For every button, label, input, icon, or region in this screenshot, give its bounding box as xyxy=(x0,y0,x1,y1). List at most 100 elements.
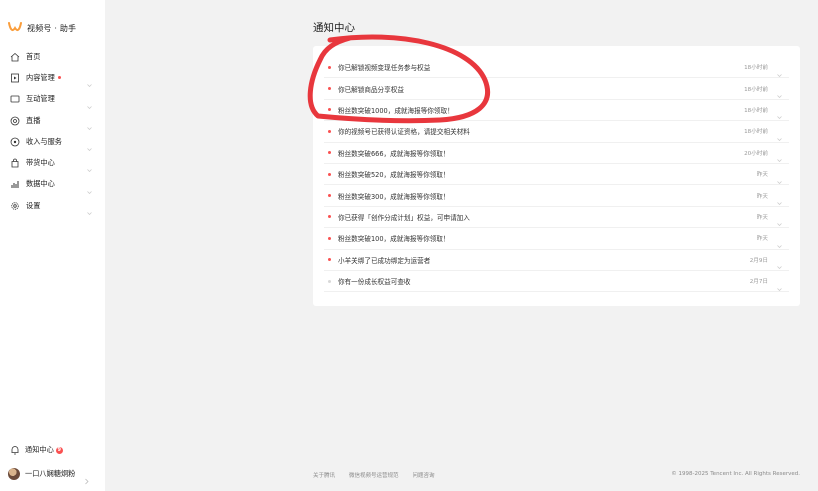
notification-row[interactable]: 你已获得「创作分成计划」权益，可申请加入 昨天 xyxy=(324,207,789,229)
notification-time: 18小时前 xyxy=(744,129,768,136)
notification-text: 你已获得「创作分成计划」权益，可申请加入 xyxy=(338,213,470,222)
unread-dot xyxy=(328,258,331,262)
notification-text: 粉丝数突破666，成就海报等你领取！ xyxy=(338,149,450,158)
notification-time: 18小时前 xyxy=(744,65,768,72)
notification-text: 小羊关绑了已成功绑定为运营者 xyxy=(338,256,431,265)
unread-dot xyxy=(328,279,331,283)
live-icon xyxy=(10,116,20,126)
notification-list: 你已解锁视频变现任务参与权益 18小时前 你已解锁商品分享权益 18小时前 粉丝数突破1… xyxy=(324,57,789,293)
notification-time: 昨天 xyxy=(756,236,768,243)
home-icon xyxy=(10,52,20,62)
sidebar-item-3[interactable]: 直播 xyxy=(0,110,105,131)
main-content: 通知中心 你已解锁视频变现任务参与权益 18小时前 你已解锁商品分享权益 18小时前粉… xyxy=(105,0,818,491)
sidebar-item-label: 设置 xyxy=(26,200,41,210)
notification-row[interactable]: 粉丝数突破100，成就海报等你领取！ 昨天 xyxy=(324,228,789,250)
gear-icon xyxy=(10,201,20,211)
user-name: 一口八娴糖炯粉 xyxy=(25,469,76,478)
notification-time: 2月9日 xyxy=(749,257,768,264)
notification-row[interactable]: 你有一份成长权益可查收 2月7日 xyxy=(324,271,789,293)
notification-time: 18小时前 xyxy=(744,107,768,114)
footer-links: 关于腾讯 微信视频号运营规范 问题咨询 xyxy=(313,471,435,479)
chevron-down-icon[interactable] xyxy=(86,159,93,173)
notification-row[interactable]: 小羊关绑了已成功绑定为运营者 2月9日 xyxy=(324,250,789,271)
notification-row[interactable]: 你已解锁商品分享权益 18小时前 xyxy=(324,78,789,100)
chevron-down-icon[interactable] xyxy=(776,278,783,291)
chevron-down-icon[interactable] xyxy=(86,181,93,194)
sidebar-item-label: 带货中心 xyxy=(26,158,55,168)
notification-row[interactable]: 你已解锁视频变现任务参与权益 18小时前 xyxy=(324,57,789,79)
notification-text: 粉丝数突破100，成就海报等你领取！ xyxy=(338,235,450,244)
unread-dot xyxy=(328,129,331,133)
footer-link[interactable]: 关于腾讯 xyxy=(313,471,335,479)
avatar xyxy=(8,468,20,480)
notification-text: 粉丝数突破1000，成就海报等你领取！ xyxy=(338,106,454,115)
shopping-bag-icon xyxy=(10,158,20,168)
notification-text: 你已解锁商品分享权益 xyxy=(338,85,404,94)
bell-icon xyxy=(11,446,19,455)
interaction-icon xyxy=(10,94,20,104)
footer-link[interactable]: 微信视频号运营规范 xyxy=(349,471,399,479)
content-icon xyxy=(10,73,20,83)
notification-text: 粉丝数突破520，成就海报等你领取！ xyxy=(338,171,450,180)
data-icon xyxy=(10,179,20,189)
unread-dot xyxy=(328,108,331,112)
notice-badge: 9 xyxy=(55,446,63,454)
sidebar-item-6[interactable]: 数据中心 xyxy=(0,174,105,195)
sidebar-item-1[interactable]: 内容管理 xyxy=(0,67,105,88)
chevron-down-icon[interactable] xyxy=(776,128,783,141)
notification-text: 你的视频号已获得认证资格，请提交相关材料 xyxy=(338,128,470,137)
chevron-down-icon[interactable] xyxy=(776,64,783,77)
notification-row[interactable]: 粉丝数突破666，成就海报等你领取！ 20小时前 xyxy=(324,143,789,164)
sidebar-item-2[interactable]: 互动管理 xyxy=(0,89,105,110)
chevron-down-icon[interactable] xyxy=(776,192,783,206)
sidebar-item-label: 直播 xyxy=(26,115,41,125)
notification-card: 你已解锁视频变现任务参与权益 18小时前 你已解锁商品分享权益 18小时前 粉丝数突破1… xyxy=(313,46,800,306)
page-title: 通知中心 xyxy=(313,22,355,34)
notification-row[interactable]: 粉丝数突破1000，成就海报等你领取！ 18小时前 xyxy=(324,100,789,122)
channels-logo-icon xyxy=(8,22,22,32)
sidebar-item-label: 内容管理 xyxy=(26,72,55,82)
chevron-down-icon[interactable] xyxy=(86,202,93,216)
notification-time: 昨天 xyxy=(756,214,768,221)
chevron-down-icon[interactable] xyxy=(86,117,93,130)
chevron-down-icon[interactable] xyxy=(776,256,783,270)
sidebar-item-7[interactable]: 设置 xyxy=(0,195,105,216)
sidebar: 视频号 · 助手 首页内容管理互动管理直播收入与服务带货中心数据中心设置 通知中… xyxy=(0,0,105,491)
chevron-down-icon[interactable] xyxy=(776,171,783,184)
sidebar-nav: 首页内容管理互动管理直播收入与服务带货中心数据中心设置 xyxy=(0,46,105,216)
brand-name: 视频号 · 助手 xyxy=(27,23,77,33)
chevron-down-icon[interactable] xyxy=(776,149,783,163)
notification-row[interactable]: 粉丝数突破300，成就海报等你领取！ 昨天 xyxy=(324,185,789,207)
chevron-down-icon[interactable] xyxy=(86,96,93,109)
unread-dot xyxy=(328,236,331,240)
sidebar-item-label: 数据中心 xyxy=(26,179,55,189)
unread-dot xyxy=(328,215,331,219)
notification-time: 昨天 xyxy=(756,193,768,200)
sidebar-item-5[interactable]: 带货中心 xyxy=(0,152,105,173)
income-icon xyxy=(10,137,20,147)
user-account[interactable]: 一口八娴糖炯粉 xyxy=(8,467,98,485)
chevron-down-icon[interactable] xyxy=(86,74,93,88)
chevron-down-icon[interactable] xyxy=(776,213,783,227)
notification-time: 20小时前 xyxy=(744,150,768,157)
unread-dot xyxy=(328,194,331,198)
notification-text: 你有一份成长权益可查收 xyxy=(338,278,411,287)
notification-row[interactable]: 你的视频号已获得认证资格，请提交相关材料 18小时前 xyxy=(324,121,789,143)
sidebar-item-4[interactable]: 收入与服务 xyxy=(0,131,105,152)
chevron-down-icon[interactable] xyxy=(776,235,783,248)
chevron-down-icon[interactable] xyxy=(776,85,783,99)
notification-text: 你已解锁视频变现任务参与权益 xyxy=(338,64,431,73)
sidebar-item-0[interactable]: 首页 xyxy=(0,46,105,67)
sidebar-item-notice-center[interactable]: 通知中心 9 xyxy=(10,444,63,456)
notification-row[interactable]: 粉丝数突破520，成就海报等你领取！ 昨天 xyxy=(324,164,789,186)
notification-time: 18小时前 xyxy=(744,86,768,93)
chevron-down-icon[interactable] xyxy=(86,138,93,152)
brand[interactable]: 视频号 · 助手 xyxy=(8,20,76,36)
sidebar-item-label: 收入与服务 xyxy=(26,136,62,146)
notice-center-label: 通知中心 xyxy=(25,445,54,454)
chevron-down-icon[interactable] xyxy=(776,106,783,120)
unread-dot xyxy=(328,87,331,91)
sidebar-item-label: 首页 xyxy=(26,51,41,61)
footer-link[interactable]: 问题咨询 xyxy=(413,471,435,479)
sidebar-item-label: 互动管理 xyxy=(26,94,55,104)
